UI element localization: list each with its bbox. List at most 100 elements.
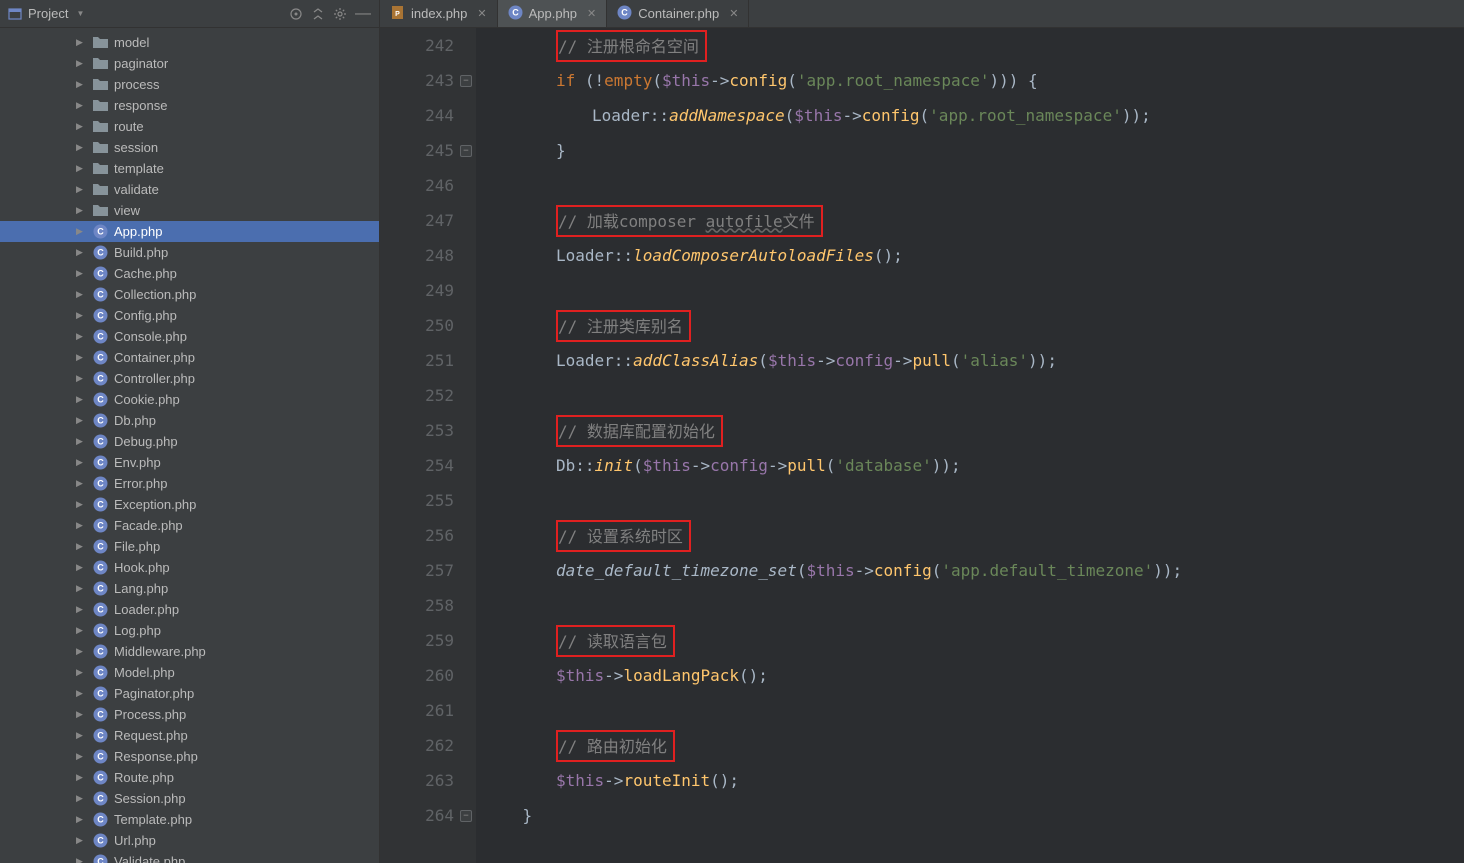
editor-area: Pindex.php✕CApp.php✕CContainer.php✕ 2422…: [380, 0, 1464, 863]
tree-file[interactable]: ▶ C Container.php: [0, 347, 379, 368]
project-tree[interactable]: ▶model▶paginator▶process▶response▶route▶…: [0, 28, 379, 863]
close-icon[interactable]: ✕: [729, 7, 738, 20]
editor-tab[interactable]: CContainer.php✕: [607, 0, 749, 27]
tree-file[interactable]: ▶CBuild.php: [0, 242, 379, 263]
tree-folder[interactable]: ▶model: [0, 32, 379, 53]
tree-file[interactable]: ▶CCache.php: [0, 263, 379, 284]
tree-file[interactable]: ▶CSession.php: [0, 788, 379, 809]
fold-marker-icon[interactable]: −: [460, 810, 472, 822]
tree-folder[interactable]: ▶response: [0, 95, 379, 116]
tree-file[interactable]: ▶CEnv.php: [0, 452, 379, 473]
file-icon: P: [390, 5, 405, 23]
tree-folder[interactable]: ▶paginator: [0, 53, 379, 74]
tree-item-label: process: [114, 77, 160, 92]
tree-file[interactable]: ▶CDebug.php: [0, 431, 379, 452]
tree-item-label: Controller.php: [114, 371, 195, 386]
code-line: }: [484, 798, 1464, 833]
tree-file[interactable]: ▶CLoader.php: [0, 599, 379, 620]
tree-item-label: Middleware.php: [114, 644, 206, 659]
tree-item-label: Template.php: [114, 812, 192, 827]
tree-file[interactable]: ▶CLog.php: [0, 620, 379, 641]
tree-file[interactable]: ▶CException.php: [0, 494, 379, 515]
php-class-icon: C: [92, 329, 108, 345]
tree-file[interactable]: ▶CApp.php: [0, 221, 379, 242]
close-icon[interactable]: ✕: [587, 7, 596, 20]
tree-file[interactable]: ▶CConsole.php: [0, 326, 379, 347]
sidebar-title-label: Project: [28, 6, 68, 21]
tree-file[interactable]: ▶CLang.php: [0, 578, 379, 599]
tree-file[interactable]: ▶CPaginator.php: [0, 683, 379, 704]
tree-file[interactable]: ▶CFacade.php: [0, 515, 379, 536]
tree-item-label: Db.php: [114, 413, 156, 428]
svg-text:C: C: [97, 395, 104, 405]
tree-file[interactable]: ▶CProcess.php: [0, 704, 379, 725]
line-number: 243: [380, 63, 454, 98]
chevron-right-icon: ▶: [76, 625, 86, 636]
tree-item-label: Container.php: [114, 350, 195, 365]
tree-folder[interactable]: ▶route: [0, 116, 379, 137]
tree-file[interactable]: ▶CError.php: [0, 473, 379, 494]
tree-file[interactable]: ▶CRoute.php: [0, 767, 379, 788]
line-number: 250: [380, 308, 454, 343]
chevron-right-icon: ▶: [76, 352, 86, 363]
php-class-icon: C: [92, 245, 108, 261]
editor-tab[interactable]: CApp.php✕: [498, 0, 608, 27]
tree-folder[interactable]: ▶validate: [0, 179, 379, 200]
tree-item-label: Lang.php: [114, 581, 168, 596]
tree-item-label: view: [114, 203, 140, 218]
php-class-icon: C: [92, 749, 108, 765]
tree-folder[interactable]: ▶process: [0, 74, 379, 95]
chevron-right-icon: ▶: [76, 646, 86, 657]
tree-file[interactable]: ▶CResponse.php: [0, 746, 379, 767]
tree-file[interactable]: ▶CUrl.php: [0, 830, 379, 851]
tree-file[interactable]: ▶CDb.php: [0, 410, 379, 431]
tree-item-label: Loader.php: [114, 602, 179, 617]
svg-text:C: C: [97, 353, 104, 363]
tree-file[interactable]: ▶CRequest.php: [0, 725, 379, 746]
tree-file[interactable]: ▶CTemplate.php: [0, 809, 379, 830]
tree-item-label: Session.php: [114, 791, 186, 806]
tree-item-label: route: [114, 119, 144, 134]
php-class-icon: C: [92, 434, 108, 450]
tree-file[interactable]: ▶CController.php: [0, 368, 379, 389]
svg-text:C: C: [97, 626, 104, 636]
highlight-box: // 设置系统时区: [556, 520, 691, 552]
code-line: Loader::addClassAlias($this->config->pul…: [484, 343, 1464, 378]
tree-file[interactable]: ▶CCollection.php: [0, 284, 379, 305]
svg-text:C: C: [97, 710, 104, 720]
line-number: 251: [380, 343, 454, 378]
code-content[interactable]: // 注册根命名空间if (!empty($this->config('app.…: [476, 28, 1464, 863]
close-icon[interactable]: ✕: [477, 7, 486, 20]
fold-marker-icon[interactable]: −: [460, 145, 472, 157]
tree-folder[interactable]: ▶session: [0, 137, 379, 158]
svg-text:C: C: [97, 269, 104, 279]
tab-label: Container.php: [638, 6, 719, 21]
gutter: 242243−244245−24624724824925025125225325…: [380, 28, 476, 863]
locate-icon[interactable]: [289, 7, 303, 21]
tree-folder[interactable]: ▶view: [0, 200, 379, 221]
chevron-right-icon: ▶: [76, 499, 86, 510]
folder-icon: [92, 119, 108, 135]
tree-file[interactable]: ▶CModel.php: [0, 662, 379, 683]
tree-file[interactable]: ▶CValidate.php: [0, 851, 379, 863]
svg-text:C: C: [97, 563, 104, 573]
tree-folder[interactable]: ▶template: [0, 158, 379, 179]
gear-icon[interactable]: [333, 7, 347, 21]
tree-file[interactable]: ▶CCookie.php: [0, 389, 379, 410]
tree-file[interactable]: ▶CConfig.php: [0, 305, 379, 326]
tree-file[interactable]: ▶CFile.php: [0, 536, 379, 557]
editor[interactable]: 242243−244245−24624724824925025125225325…: [380, 28, 1464, 863]
code-line: [484, 483, 1464, 518]
editor-tab[interactable]: Pindex.php✕: [380, 0, 498, 27]
sidebar-title[interactable]: Project ▼: [8, 6, 289, 21]
tree-item-label: Debug.php: [114, 434, 178, 449]
tree-file[interactable]: ▶CMiddleware.php: [0, 641, 379, 662]
code-line: // 设置系统时区: [484, 518, 1464, 553]
minimize-icon[interactable]: —: [355, 9, 371, 19]
fold-marker-icon[interactable]: −: [460, 75, 472, 87]
tree-file[interactable]: ▶CHook.php: [0, 557, 379, 578]
code-line: date_default_timezone_set($this->config(…: [484, 553, 1464, 588]
chevron-right-icon: ▶: [76, 373, 86, 384]
chevron-right-icon: ▶: [76, 184, 86, 195]
collapse-all-icon[interactable]: [311, 7, 325, 21]
